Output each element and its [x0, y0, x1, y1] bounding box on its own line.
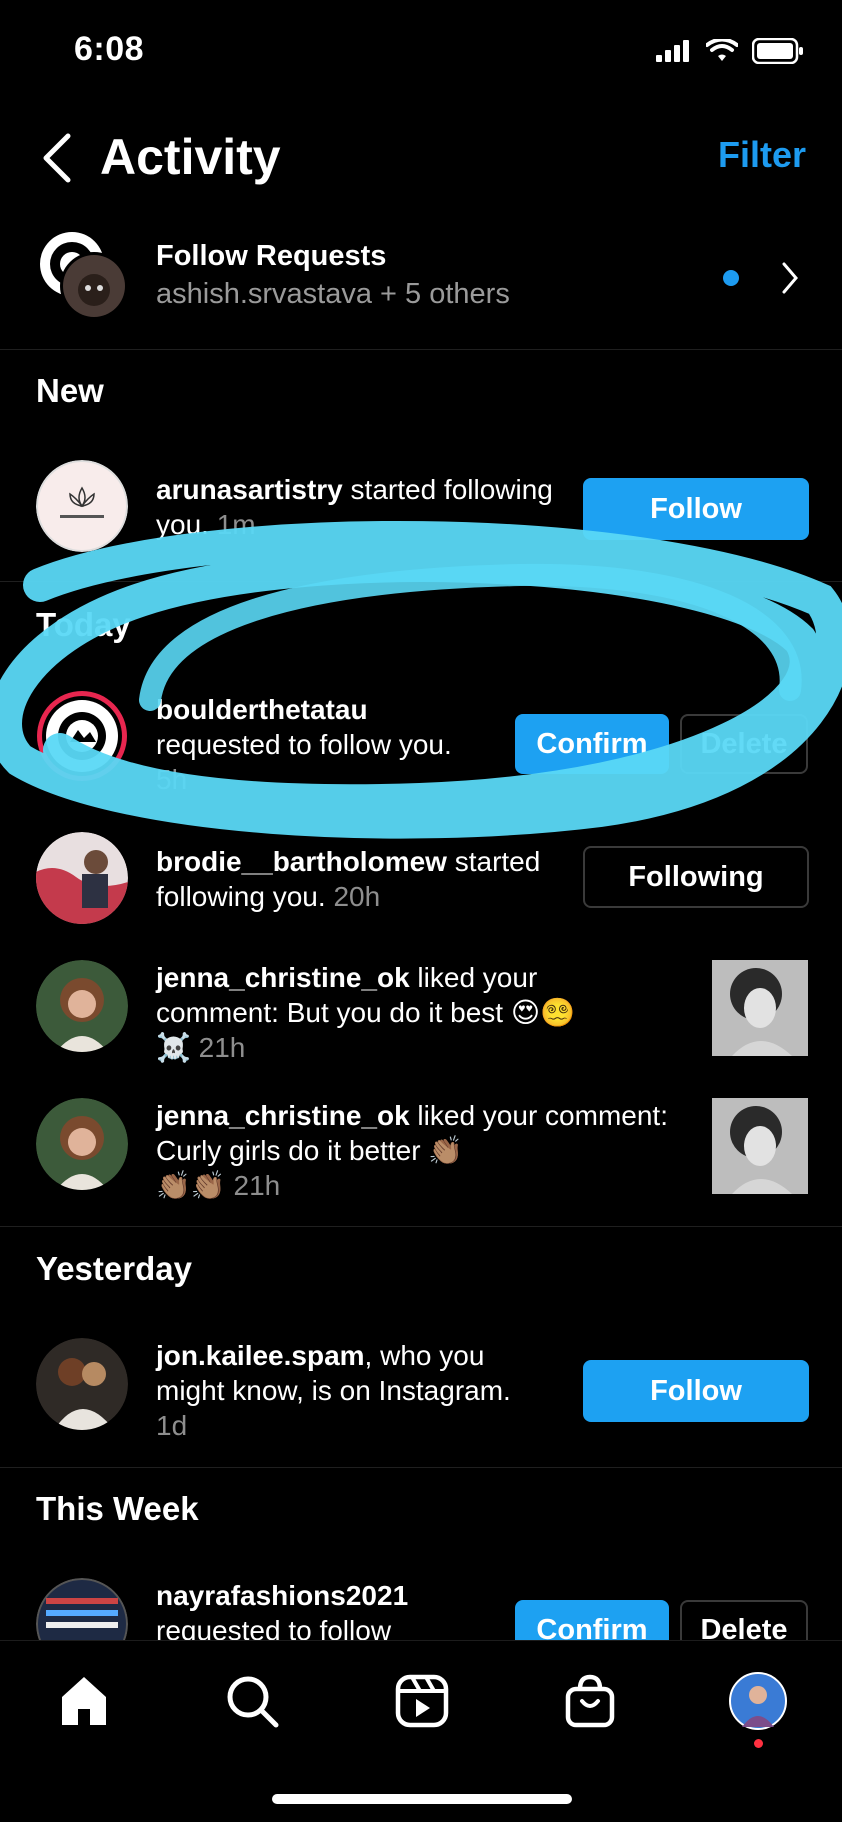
avatar-jenna-christine-ok[interactable] — [36, 1098, 128, 1190]
notification-text: brodie__bartholomew started following yo… — [156, 846, 541, 912]
follow-button[interactable]: Follow — [583, 1360, 809, 1422]
avatar-nayrafashions2021[interactable] — [36, 1578, 128, 1640]
username[interactable]: arunasartistry — [156, 474, 343, 505]
follow-requests-row[interactable]: Follow Requests ashish.srvastava + 5 oth… — [0, 222, 842, 346]
username[interactable]: nayrafashions2021 — [156, 1580, 408, 1611]
chevron-right-icon — [782, 262, 798, 294]
post-thumbnail[interactable] — [712, 1098, 808, 1194]
follow-requests-title: Follow Requests — [156, 240, 387, 272]
notification-text: boulderthetatau requested to follow you.… — [156, 694, 452, 795]
home-indicator — [272, 1794, 572, 1804]
avatar-arunasartistry[interactable] — [36, 460, 128, 552]
delete-button[interactable]: Delete — [680, 714, 808, 774]
page-title: Activity — [100, 129, 281, 185]
notification-text: jenna_christine_ok liked your comment: B… — [156, 962, 575, 1063]
notification-text: jenna_christine_ok liked your comment: C… — [156, 1100, 668, 1201]
notification-text: arunasartistry started following you. 1m — [156, 474, 553, 540]
notification-text: nayrafashions2021 requested to follow — [156, 1580, 409, 1640]
section-new: New — [36, 372, 104, 409]
divider — [0, 1226, 842, 1227]
notification-dot — [754, 1739, 763, 1748]
wifi-icon — [706, 39, 738, 61]
confirm-button[interactable]: Confirm — [515, 1600, 669, 1640]
avatar-boulderthetatau[interactable] — [36, 690, 128, 782]
notification-row[interactable]: nayrafashions2021 requested to follow Co… — [0, 1578, 842, 1640]
follow-requests-subtitle: ashish.srvastava + 5 others — [156, 278, 510, 310]
back-chevron-icon[interactable] — [38, 130, 78, 186]
username[interactable]: jon.kailee.spam — [156, 1340, 365, 1371]
profile-avatar[interactable] — [728, 1671, 788, 1731]
shop-icon[interactable] — [560, 1671, 620, 1731]
cellular-signal-icon — [656, 40, 689, 62]
status-bar: 6:08 — [0, 0, 842, 100]
username[interactable]: brodie__bartholomew — [156, 846, 447, 877]
status-icons — [656, 38, 804, 64]
notification-text: jon.kailee.spam, who you might know, is … — [156, 1340, 511, 1441]
following-button[interactable]: Following — [583, 846, 809, 908]
section-this-week: This Week — [36, 1490, 199, 1527]
divider — [0, 581, 842, 582]
avatar-jon-kailee-spam[interactable] — [36, 1338, 128, 1430]
username[interactable]: jenna_christine_ok — [156, 962, 410, 993]
home-icon[interactable] — [54, 1671, 114, 1731]
divider — [0, 1467, 842, 1468]
search-icon[interactable] — [222, 1671, 282, 1731]
username[interactable]: jenna_christine_ok — [156, 1100, 410, 1131]
filter-button[interactable]: Filter — [718, 134, 806, 176]
section-today: Today — [36, 606, 131, 643]
battery-icon — [752, 38, 803, 64]
username[interactable]: boulderthetatau — [156, 694, 368, 725]
post-thumbnail[interactable] — [712, 960, 808, 1056]
activity-header: Activity Filter — [0, 110, 842, 200]
delete-button[interactable]: Delete — [680, 1600, 808, 1640]
follow-button[interactable]: Follow — [583, 478, 809, 540]
section-yesterday: Yesterday — [36, 1250, 192, 1287]
reels-icon[interactable] — [392, 1671, 452, 1731]
follow-requests-avatar-stack — [40, 232, 128, 320]
status-time: 6:08 — [74, 30, 145, 68]
divider — [0, 349, 842, 350]
unread-dot — [723, 270, 739, 286]
avatar-brodie-bartholomew[interactable] — [36, 832, 128, 924]
confirm-button[interactable]: Confirm — [515, 714, 669, 774]
avatar-jenna-christine-ok[interactable] — [36, 960, 128, 1052]
